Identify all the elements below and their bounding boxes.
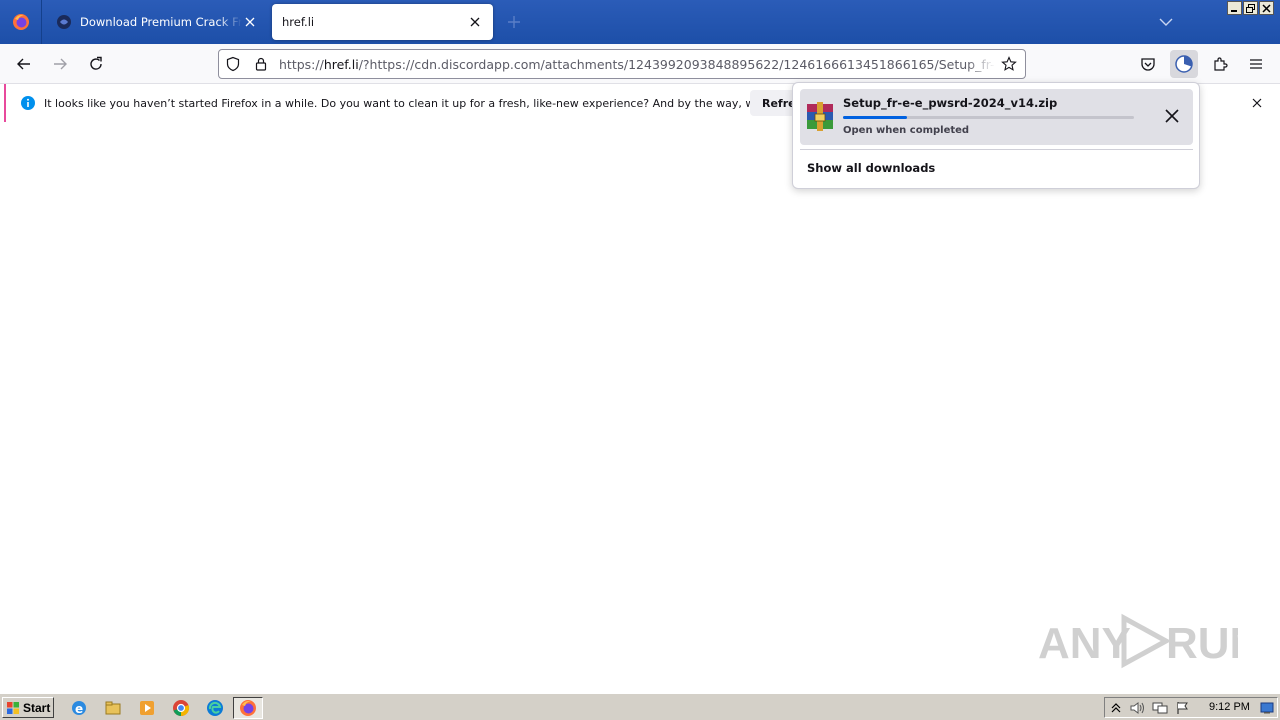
close-window-button[interactable] bbox=[1259, 1, 1274, 15]
tab-close-icon[interactable] bbox=[242, 14, 258, 30]
tab-title: href.li bbox=[282, 15, 315, 29]
forward-button[interactable] bbox=[46, 50, 74, 78]
back-button[interactable] bbox=[10, 50, 38, 78]
show-desktop-icon[interactable] bbox=[1259, 700, 1275, 716]
download-progress-icon bbox=[1175, 55, 1193, 73]
firefox-taskbar-button[interactable] bbox=[233, 697, 263, 719]
anyrun-watermark: ANY RUN bbox=[1038, 606, 1261, 676]
download-item[interactable]: Setup_fr-e-e_pwsrd-2024_v14.zip Open whe… bbox=[800, 89, 1193, 145]
app-menu-button[interactable] bbox=[1242, 50, 1270, 78]
internet-explorer-icon[interactable]: e bbox=[69, 698, 89, 718]
watermark-text-left: ANY bbox=[1038, 619, 1131, 668]
tab-close-icon[interactable] bbox=[467, 14, 483, 30]
start-label: Start bbox=[23, 700, 51, 715]
firefox-icon bbox=[12, 14, 29, 30]
tab-strip: Download Premium Crack Free Setup href.l… bbox=[0, 0, 1280, 44]
url-path: /?https://cdn.discordapp.com/attachments… bbox=[358, 56, 995, 72]
hamburger-menu-icon bbox=[1250, 59, 1262, 69]
show-all-downloads-button[interactable]: Show all downloads bbox=[807, 161, 935, 175]
back-arrow-icon bbox=[17, 58, 30, 70]
downloads-panel: Setup_fr-e-e_pwsrd-2024_v14.zip Open whe… bbox=[792, 82, 1200, 189]
pocket-icon bbox=[1141, 58, 1155, 71]
site-favicon-icon bbox=[57, 15, 71, 29]
download-status: Open when completed bbox=[843, 125, 970, 136]
network-icon[interactable] bbox=[1152, 700, 1168, 716]
download-progress-bar bbox=[843, 116, 1134, 119]
start-button[interactable]: Start bbox=[2, 697, 54, 718]
edge-icon[interactable] bbox=[205, 698, 225, 718]
tab-href-li[interactable]: href.li bbox=[272, 4, 493, 40]
download-file-name: Setup_fr-e-e_pwsrd-2024_v14.zip bbox=[843, 96, 1058, 110]
action-center-flag-icon[interactable] bbox=[1175, 700, 1191, 716]
reload-icon bbox=[90, 56, 102, 70]
explorer-icon[interactable] bbox=[103, 698, 123, 718]
taskbar: Start e 9:12 PM bbox=[0, 693, 1280, 720]
notification-message: It looks like you haven’t started Firefo… bbox=[44, 96, 829, 110]
cancel-download-icon[interactable] bbox=[1162, 106, 1182, 126]
minimize-button[interactable] bbox=[1227, 1, 1242, 15]
pocket-button[interactable] bbox=[1134, 50, 1162, 78]
windows-flag-icon bbox=[7, 701, 19, 714]
volume-icon[interactable] bbox=[1129, 700, 1145, 716]
list-all-tabs-chevron-icon[interactable] bbox=[1157, 13, 1175, 31]
extensions-button[interactable] bbox=[1206, 50, 1234, 78]
navigation-toolbar: https://href.li/?https://cdn.discordapp.… bbox=[0, 44, 1280, 84]
forward-arrow-icon bbox=[54, 58, 67, 70]
watermark-text-right: RUN bbox=[1166, 619, 1238, 668]
winrar-archive-icon bbox=[807, 102, 833, 131]
puzzle-piece-icon bbox=[1214, 57, 1228, 71]
show-hidden-icons-icon[interactable] bbox=[1108, 700, 1124, 716]
url-bar[interactable]: https://href.li/?https://cdn.discordapp.… bbox=[218, 49, 1026, 79]
svg-text:e: e bbox=[75, 702, 83, 716]
info-icon bbox=[21, 96, 35, 110]
lock-icon[interactable] bbox=[247, 50, 275, 78]
firefox-view-button[interactable] bbox=[0, 0, 42, 44]
url-host: href.li bbox=[323, 56, 359, 72]
restore-button[interactable] bbox=[1243, 1, 1258, 15]
tracking-protection-shield-icon[interactable] bbox=[219, 50, 247, 78]
firefox-icon bbox=[240, 700, 256, 716]
url-text[interactable]: https://href.li/?https://cdn.discordapp.… bbox=[275, 57, 995, 72]
clock: 9:12 PM bbox=[1209, 701, 1250, 713]
tab-title: Download Premium Crack Free Setup bbox=[80, 15, 242, 29]
downloads-button[interactable] bbox=[1170, 50, 1198, 78]
window-controls bbox=[1227, 1, 1274, 15]
chrome-icon[interactable] bbox=[171, 698, 191, 718]
new-tab-plus-icon[interactable] bbox=[504, 12, 524, 32]
media-player-icon[interactable] bbox=[137, 698, 157, 718]
panel-separator bbox=[800, 149, 1193, 150]
reload-button[interactable] bbox=[82, 50, 110, 78]
system-tray: 9:12 PM bbox=[1104, 697, 1278, 718]
url-scheme: https:// bbox=[279, 56, 324, 72]
bookmark-star-icon[interactable] bbox=[995, 50, 1023, 78]
download-progress-fill bbox=[843, 116, 908, 119]
tab-download-premium[interactable]: Download Premium Crack Free Setup bbox=[46, 4, 268, 40]
notification-close-icon[interactable] bbox=[1250, 96, 1264, 110]
